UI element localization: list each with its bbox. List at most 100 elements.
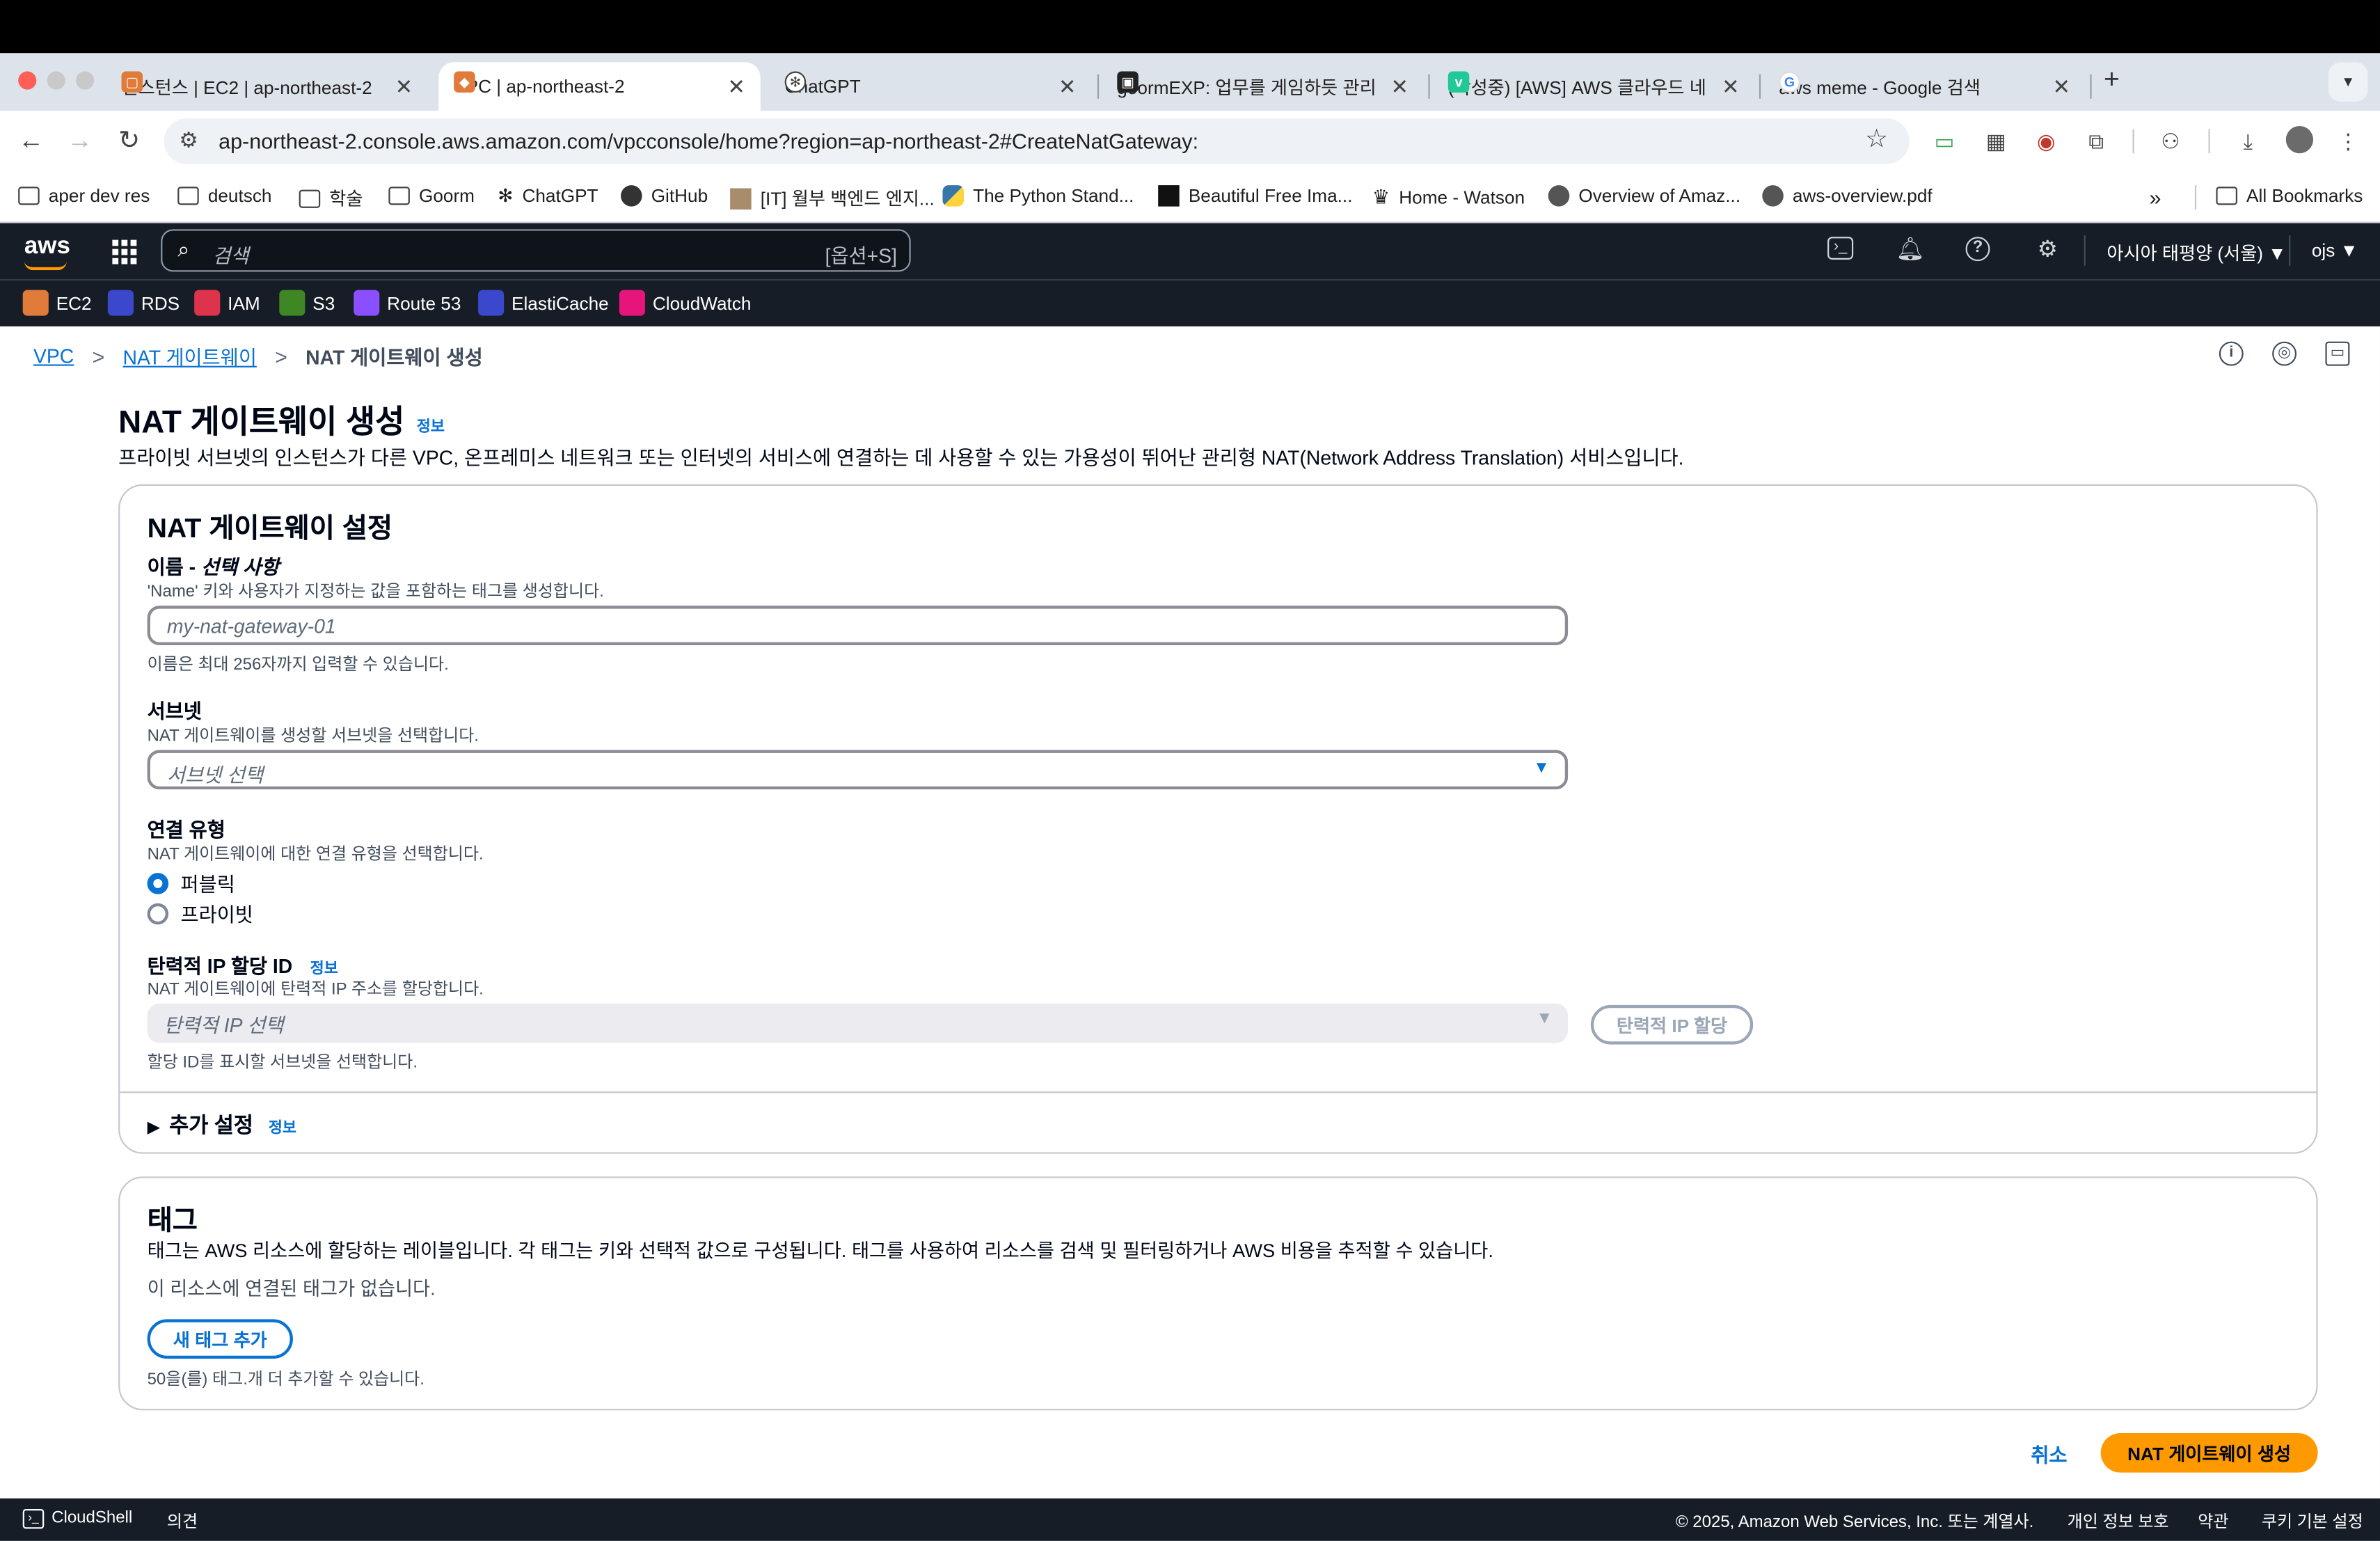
notifications-panel-icon[interactable]: ◎ — [2272, 341, 2297, 366]
puzzle-extensions-icon[interactable]: ⧉ — [2082, 127, 2109, 155]
bookmark-label: The Python Stand... — [973, 185, 1134, 207]
all-bookmarks-button[interactable]: All Bookmarks — [2216, 185, 2363, 207]
allocate-eip-button: 탄력적 IP 할당 — [1590, 1004, 1754, 1045]
profile-avatar[interactable] — [2285, 126, 2314, 154]
bookmark-item[interactable]: 학술 — [299, 185, 363, 211]
close-tab-icon[interactable]: ✕ — [395, 74, 413, 100]
favorite-elasticache[interactable]: ElastiCache — [478, 290, 609, 316]
favorite-label: Route 53 — [387, 292, 461, 314]
extension-icon[interactable]: ▦ — [1983, 127, 2010, 155]
s3-icon — [279, 290, 306, 316]
extension-icon[interactable]: ◉ — [2033, 127, 2060, 155]
aws-logo[interactable]: aws — [24, 234, 70, 261]
bookmark-item[interactable]: Beautiful Free Ima... — [1158, 185, 1352, 207]
kebab-menu-icon[interactable]: ⋮ — [2335, 127, 2362, 155]
tags-panel: 태그 태그는 AWS 리소스에 할당하는 레이블입니다. 각 태그는 키와 선택… — [118, 1176, 2318, 1411]
browser-tab-active[interactable]: ◆ VPC | ap-northeast-2 ✕ — [438, 62, 761, 111]
extension-icon[interactable]: ▭ — [1930, 127, 1958, 155]
help-panel-icon[interactable]: ▭ — [2325, 341, 2350, 366]
eip-label-row: 탄력적 IP 할당 ID 정보 — [148, 950, 338, 979]
incognito-icon[interactable]: ⚇ — [2157, 127, 2184, 155]
name-constraint: 이름은 최대 256자까지 입력할 수 있습니다. — [147, 656, 449, 674]
tab-search-chevron-icon[interactable]: ▾ — [2328, 62, 2368, 102]
reload-icon[interactable]: ↻ — [118, 126, 140, 157]
radio-public[interactable]: 퍼블릭 — [147, 869, 235, 897]
search-placeholder: 검색 — [212, 244, 249, 267]
browser-tab[interactable]: v (작성중) [AWS] AWS 클라우드 네 ✕ — [1433, 62, 1754, 111]
close-tab-icon[interactable]: ✕ — [727, 74, 745, 100]
site-settings-icon[interactable]: ⚙ — [179, 127, 198, 153]
browser-tab[interactable]: G aws meme - Google 검색 ✕ — [1763, 62, 2085, 111]
window-zoom-button[interactable] — [76, 71, 95, 90]
bookmark-item[interactable]: ♛ Home - Watson — [1372, 185, 1525, 210]
address-bar[interactable]: ⚙ ap-northeast-2.console.aws.amazon.com/… — [164, 118, 1910, 164]
favorite-s3[interactable]: S3 — [279, 290, 335, 316]
bookmarks-overflow-button[interactable]: » — [2149, 185, 2161, 210]
bookmark-item[interactable]: GitHub — [621, 185, 708, 207]
breadcrumb-vpc-link[interactable]: VPC — [33, 345, 74, 368]
bookmark-star-icon[interactable]: ☆ — [1865, 125, 1888, 155]
ec2-icon — [22, 290, 49, 316]
new-tab-button[interactable]: + — [2104, 64, 2120, 96]
close-tab-icon[interactable]: ✕ — [1058, 74, 1077, 100]
bookmark-item[interactable]: Goorm — [388, 185, 475, 207]
bookmark-item[interactable]: Overview of Amaz... — [1548, 185, 1740, 207]
eip-info-link[interactable]: 정보 — [310, 961, 338, 978]
radio-private[interactable]: 프라이빗 — [147, 899, 253, 927]
close-tab-icon[interactable]: ✕ — [1390, 74, 1409, 100]
browser-tab[interactable]: ▢ 인스턴스 | EC2 | ap-northeast-2 ✕ — [106, 62, 428, 111]
favorite-iam[interactable]: IAM — [194, 290, 260, 316]
create-nat-gateway-button[interactable]: NAT 게이트웨이 생성 — [2100, 1432, 2318, 1473]
account-menu[interactable]: ojs ▼ — [2312, 240, 2358, 262]
favorite-label: ElastiCache — [511, 292, 609, 314]
close-tab-icon[interactable]: ✕ — [2052, 74, 2070, 100]
breadcrumb-nat-gateways-link[interactable]: NAT 게이트웨이 — [123, 342, 257, 370]
services-grid-icon[interactable] — [112, 239, 137, 264]
favorite-rds[interactable]: RDS — [107, 290, 180, 316]
favorite-cloudwatch[interactable]: CloudWatch — [619, 290, 751, 316]
bookmark-item[interactable]: ✻ ChatGPT — [498, 185, 598, 207]
tab-title: 인스턴스 | EC2 | ap-northeast-2 — [121, 77, 372, 98]
privacy-link[interactable]: 개인 정보 보호 — [2068, 1509, 2169, 1533]
feedback-button[interactable]: 의견 — [167, 1509, 198, 1533]
close-tab-icon[interactable]: ✕ — [1722, 74, 1740, 100]
bell-icon[interactable]: 🔔︎ — [1896, 237, 1925, 264]
favorite-route53[interactable]: Route 53 — [354, 290, 461, 316]
bookmark-item[interactable]: aper dev res — [18, 185, 150, 207]
help-icon[interactable]: ? — [1965, 237, 1990, 262]
add-tag-button[interactable]: 새 태그 추가 — [147, 1319, 293, 1359]
tab-separator — [1428, 74, 1430, 99]
window-close-button[interactable] — [18, 71, 37, 90]
console-search-input[interactable]: ⌕ 검색 [옵션+S] — [161, 229, 911, 272]
terms-link[interactable]: 약관 — [2198, 1509, 2228, 1533]
forward-arrow-icon[interactable]: → — [67, 126, 93, 157]
window-minimize-button[interactable] — [47, 71, 65, 90]
additional-settings-toggle[interactable]: ▶ 추가 설정 정보 — [148, 1109, 296, 1140]
name-input[interactable]: my-nat-gateway-01 — [147, 606, 1569, 645]
browser-tab[interactable]: ▣ goormEXP: 업무를 게임하듯 관리 ✕ — [1102, 62, 1423, 111]
region-selector[interactable]: 아시아 태평양 (서울) ▼ — [2107, 240, 2286, 266]
favorite-ec2[interactable]: EC2 — [22, 290, 92, 316]
cloudshell-button[interactable]: CloudShell — [51, 1509, 132, 1527]
back-arrow-icon[interactable]: ← — [18, 126, 44, 157]
additional-settings-label: 추가 설정 — [169, 1112, 254, 1137]
cookie-preferences-link[interactable]: 쿠키 기본 설정 — [2262, 1509, 2363, 1533]
cancel-button[interactable]: 취소 — [2031, 1439, 2067, 1468]
subnet-select[interactable]: 서브넷 선택 ▼ — [147, 750, 1569, 790]
bookmark-item[interactable]: deutsch — [177, 185, 271, 207]
bookmark-item[interactable]: [IT] 월부 백엔드 엔지... — [730, 185, 935, 211]
velog-favicon-icon: v — [1447, 71, 1470, 93]
cloudshell-icon[interactable]: ›_ — [1827, 237, 1854, 260]
watson-icon: ♛ — [1372, 185, 1390, 208]
browser-tab[interactable]: ✻ ChatGPT ✕ — [770, 62, 1091, 111]
caret-right-icon: ▶ — [147, 1119, 161, 1137]
bookmark-item[interactable]: aws-overview.pdf — [1762, 185, 1933, 207]
favorite-label: S3 — [312, 292, 335, 314]
info-panel-icon[interactable]: i — [2219, 341, 2244, 366]
gear-icon[interactable]: ⚙ — [2034, 237, 2061, 264]
download-icon[interactable]: ⤓ — [2235, 127, 2262, 155]
chatgpt-favicon-icon: ✻ — [784, 71, 807, 93]
page-info-link[interactable]: 정보 — [417, 419, 445, 436]
additional-info-link[interactable]: 정보 — [269, 1121, 296, 1137]
bookmark-item[interactable]: The Python Stand... — [942, 185, 1134, 207]
